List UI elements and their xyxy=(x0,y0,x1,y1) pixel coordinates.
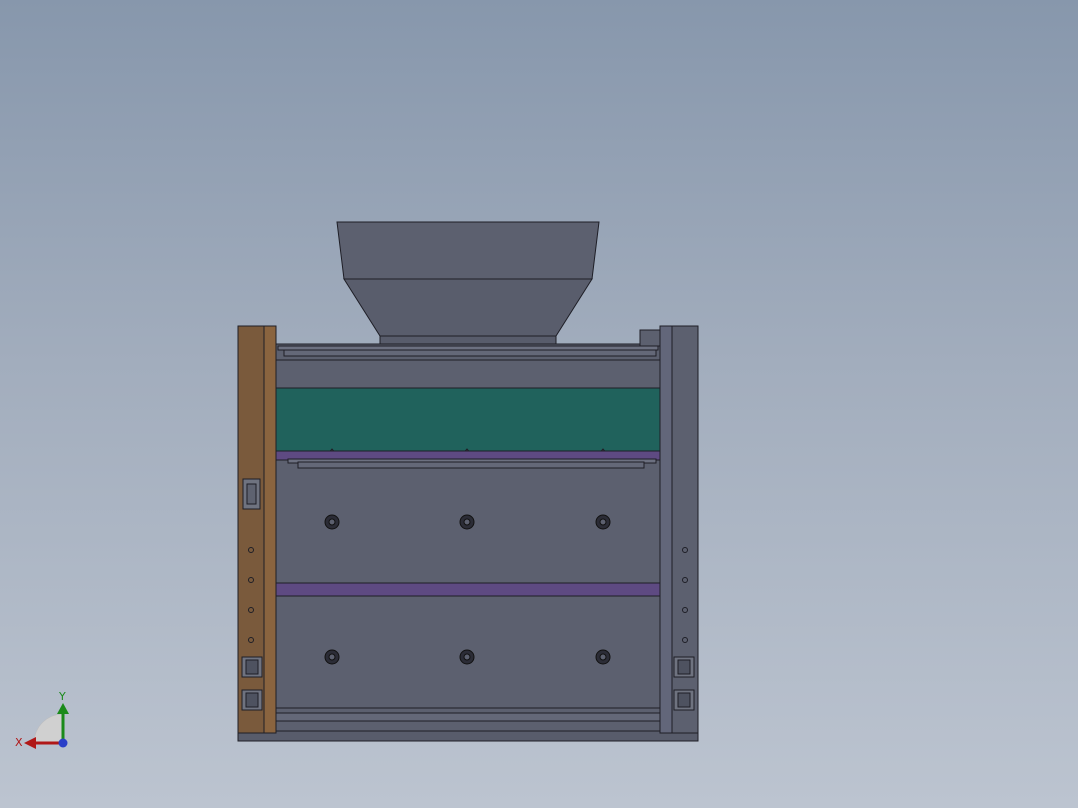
graphics-viewport[interactable]: X Y xyxy=(0,0,1078,808)
model-view[interactable]: X Y xyxy=(0,0,1078,808)
left-post-inner xyxy=(263,325,277,734)
bottom-rail xyxy=(275,712,661,722)
top-rail-lower xyxy=(283,349,657,357)
x-axis-label: X xyxy=(15,736,23,749)
right-post-inner xyxy=(659,325,673,734)
hopper[interactable] xyxy=(336,221,600,345)
left-post[interactable] xyxy=(237,325,277,734)
middle-rail-lower xyxy=(297,461,645,469)
triad-z-quadrant xyxy=(33,713,64,744)
hopper-outlet[interactable] xyxy=(379,335,557,345)
machine-model[interactable] xyxy=(237,221,699,742)
hopper-upper-section[interactable] xyxy=(336,221,600,280)
right-bracket xyxy=(639,329,661,347)
z-axis-dot xyxy=(58,738,68,748)
green-band[interactable] xyxy=(275,387,661,452)
hopper-lower-section[interactable] xyxy=(343,278,593,337)
y-axis-label: Y xyxy=(58,690,66,703)
top-rail xyxy=(277,345,659,351)
purple-band[interactable] xyxy=(275,582,661,597)
x-axis-arrowhead xyxy=(24,737,36,749)
y-axis-arrowhead xyxy=(57,703,69,714)
base-plate[interactable] xyxy=(237,730,699,742)
coordinate-triad: X Y xyxy=(15,690,69,749)
